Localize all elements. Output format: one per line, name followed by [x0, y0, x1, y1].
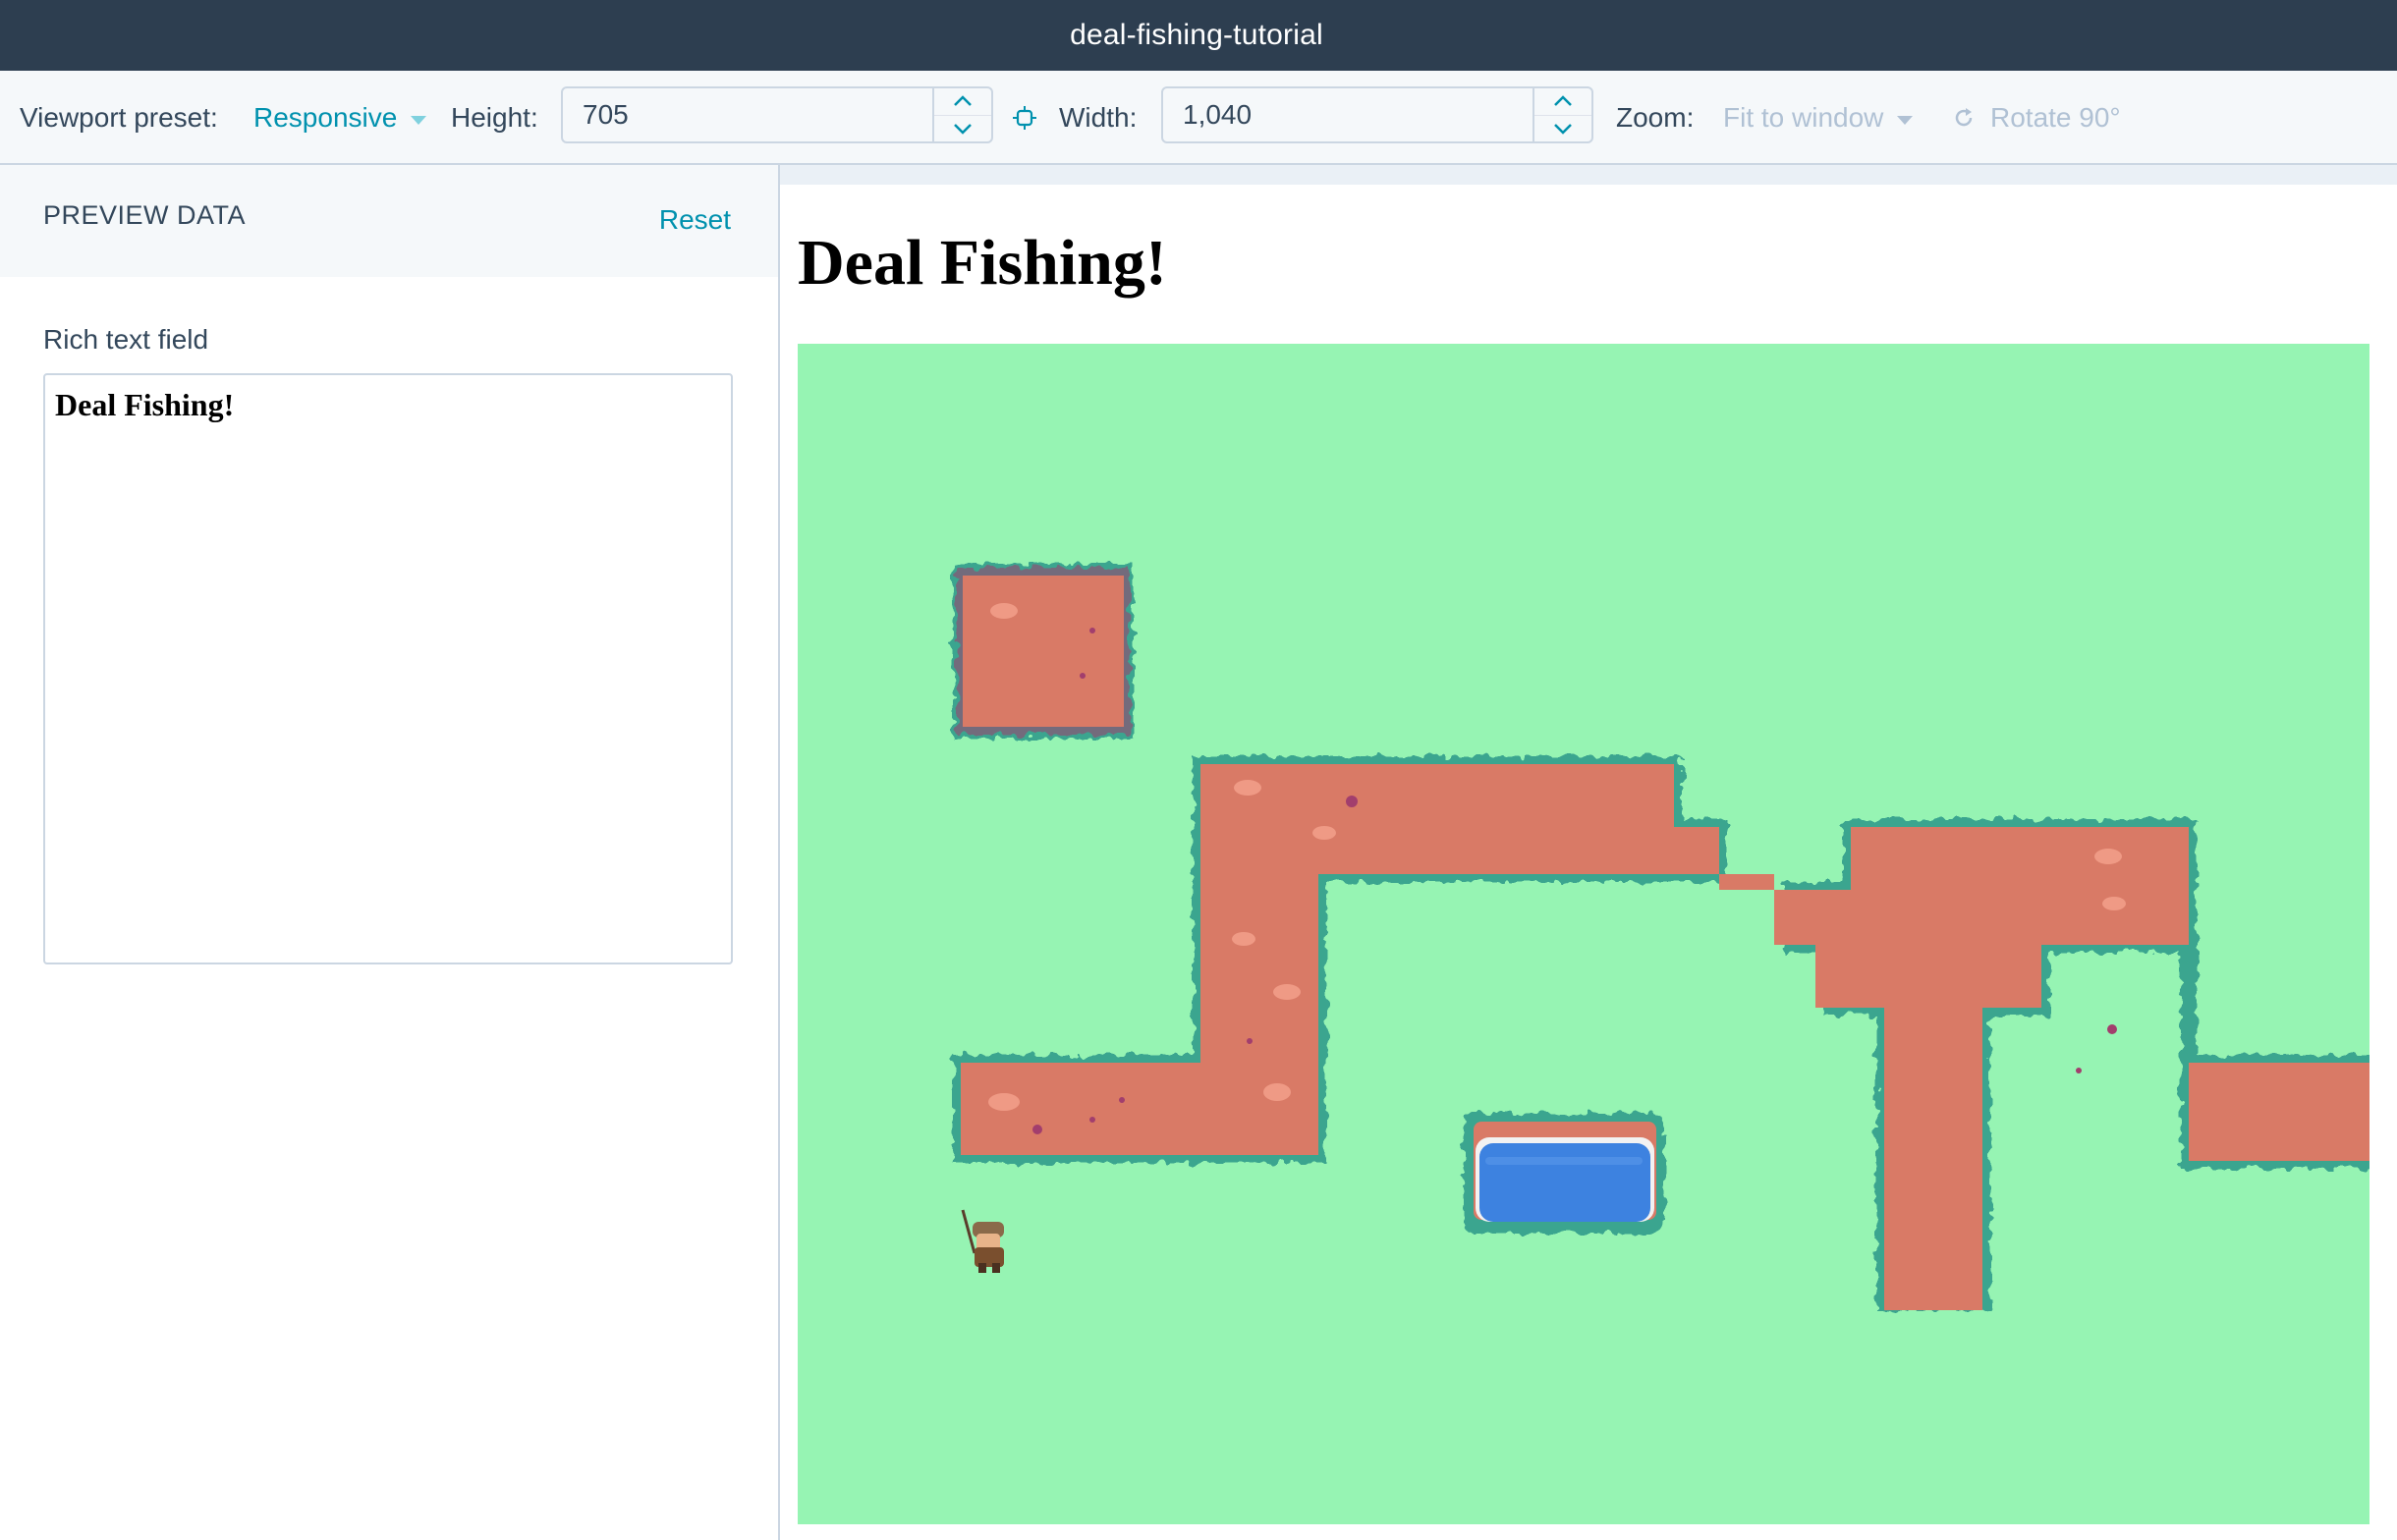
viewport-preset-label: Viewport preset: [20, 102, 218, 133]
lock-aspect-ratio-button[interactable] [1012, 71, 1037, 165]
zoom-label: Zoom: [1616, 102, 1695, 133]
height-value: 705 [583, 99, 629, 130]
panel-title: PREVIEW DATA [43, 200, 247, 230]
fishing-pond [1464, 1114, 1664, 1234]
chevron-down-icon [1897, 115, 1914, 125]
width-value: 1,040 [1183, 99, 1253, 130]
preview-top-strip [780, 165, 2397, 185]
rotate-icon [1955, 108, 1973, 127]
reset-button[interactable]: Reset [659, 204, 731, 236]
width-decrement-button[interactable] [1534, 116, 1591, 142]
preview-pane: Deal Fishing! [780, 165, 2397, 1540]
window-titlebar: deal-fishing-tutorial [0, 0, 2397, 71]
zoom-dropdown[interactable]: Fit to window [1723, 71, 1914, 165]
dirt-square-island [953, 564, 1134, 739]
rich-text-field-label: Rich text field [43, 324, 209, 355]
width-label: Width: [1059, 102, 1138, 133]
height-increment-button[interactable] [934, 88, 991, 116]
preview-toolbar: Viewport preset: Responsive Height: 705 … [0, 71, 2397, 165]
chevron-up-icon [954, 95, 972, 107]
height-label: Height: [451, 102, 538, 133]
chevron-down-icon [1554, 123, 1572, 135]
chevron-down-icon [411, 115, 427, 125]
game-map [953, 564, 2369, 1310]
window-title: deal-fishing-tutorial [1070, 19, 1323, 51]
rotate-button[interactable]: Rotate 90° [1951, 71, 2121, 165]
height-decrement-button[interactable] [934, 116, 991, 142]
game-canvas[interactable] [798, 344, 2369, 1524]
width-increment-button[interactable] [1534, 88, 1591, 116]
viewport-preset-value: Responsive [253, 102, 398, 133]
height-stepper[interactable] [932, 88, 991, 141]
page-heading: Deal Fishing! [798, 227, 1167, 299]
rich-text-field[interactable]: Deal Fishing! [43, 373, 733, 964]
preview-data-panel: PREVIEW DATA Reset Rich text field Deal … [0, 165, 780, 1540]
width-stepper[interactable] [1533, 88, 1591, 141]
preview-data-header: PREVIEW DATA Reset [0, 165, 778, 277]
height-input[interactable]: 705 [561, 86, 993, 143]
zoom-value: Fit to window [1723, 102, 1884, 133]
rotate-label: Rotate 90° [1990, 102, 2121, 133]
viewport-preset-dropdown[interactable]: Responsive [253, 71, 427, 165]
width-input[interactable]: 1,040 [1161, 86, 1593, 143]
fisherman-character[interactable] [961, 1209, 1004, 1273]
chevron-up-icon [1554, 95, 1572, 107]
link-icon [1013, 106, 1036, 130]
chevron-down-icon [954, 123, 972, 135]
rich-text-content[interactable]: Deal Fishing! [55, 387, 234, 423]
